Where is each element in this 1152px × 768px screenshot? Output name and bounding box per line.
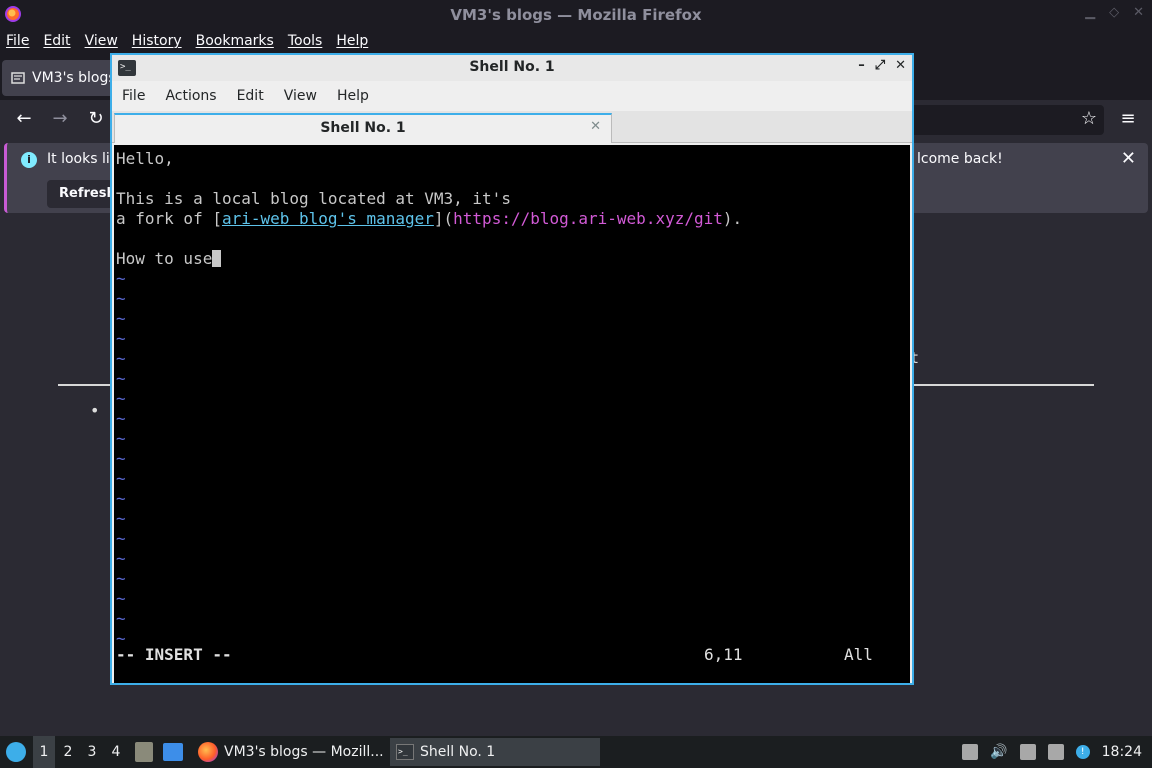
clock[interactable]: 18:24 xyxy=(1102,744,1142,760)
forward-arrow-icon[interactable]: → xyxy=(48,108,72,132)
browser-tab-title: VM3's blogs xyxy=(32,70,116,86)
tilde-marker: ~ xyxy=(116,509,126,528)
site-favicon-icon xyxy=(11,72,25,84)
tilde-marker: ~ xyxy=(116,329,126,348)
file-manager-icon[interactable] xyxy=(135,742,153,762)
konsole-tab-label: Shell No. 1 xyxy=(320,120,406,136)
close-icon[interactable]: ✕ xyxy=(1121,148,1136,169)
info-icon: i xyxy=(21,152,37,168)
show-desktop-icon[interactable] xyxy=(163,743,183,761)
terminal-area[interactable]: Hello, This is a local blog located at V… xyxy=(114,145,910,683)
workspace-2[interactable]: 2 xyxy=(57,736,79,768)
konsole-menu-edit[interactable]: Edit xyxy=(237,88,264,104)
workspace-3[interactable]: 3 xyxy=(81,736,103,768)
editor-line-3: This is a local blog located at VM3, it'… xyxy=(116,189,511,208)
konsole-menubar: File Actions Edit View Help xyxy=(112,81,912,111)
firefox-titlebar: VM3's blogs — Mozilla Firefox ▁ ◇ ✕ xyxy=(0,0,1152,30)
konsole-tab[interactable]: Shell No. 1 ✕ xyxy=(114,113,612,143)
konsole-menu-actions[interactable]: Actions xyxy=(165,88,216,104)
clipboard-icon[interactable] xyxy=(1019,744,1036,760)
list-bullet: • xyxy=(90,401,100,420)
workspace-4[interactable]: 4 xyxy=(105,736,127,768)
taskbar-task-firefox[interactable]: VM3's blogs — Mozill... xyxy=(192,738,384,766)
tilde-marker: ~ xyxy=(116,269,126,288)
menu-view[interactable]: View xyxy=(85,33,118,49)
tilde-marker: ~ xyxy=(116,589,126,608)
tilde-marker: ~ xyxy=(116,489,126,508)
menu-help[interactable]: Help xyxy=(336,33,368,49)
tilde-marker: ~ xyxy=(116,369,126,388)
taskbar-task-firefox-label: VM3's blogs — Mozill... xyxy=(224,744,384,760)
terminal-icon: >_ xyxy=(396,744,414,760)
notifications-icon[interactable]: ! xyxy=(1075,745,1090,759)
notification-text-end: lcome back! xyxy=(917,151,1003,167)
menu-edit[interactable]: Edit xyxy=(43,33,70,49)
maximize-icon[interactable]: ◇ xyxy=(1109,5,1119,20)
hamburger-menu-icon[interactable]: ≡ xyxy=(1116,108,1140,132)
minimize-icon[interactable]: ▁ xyxy=(1085,5,1095,20)
firefox-window-controls: ▁ ◇ ✕ xyxy=(1085,5,1144,20)
line-4-text-post: ). xyxy=(722,209,743,228)
scroll-position: All xyxy=(844,645,873,664)
line-6-text: How to use xyxy=(116,249,213,268)
menu-history[interactable]: History xyxy=(132,33,182,49)
vim-mode-indicator: -- INSERT -- xyxy=(116,645,232,664)
line-4-text-mid: ]( xyxy=(433,209,454,228)
tab-close-icon[interactable]: ✕ xyxy=(590,119,601,134)
menu-file[interactable]: File xyxy=(6,33,29,49)
close-icon[interactable]: ✕ xyxy=(895,58,906,73)
tilde-marker: ~ xyxy=(116,289,126,308)
tilde-marker: ~ xyxy=(116,389,126,408)
taskbar: 1 2 3 4 VM3's blogs — Mozill... >_ Shell… xyxy=(0,736,1152,768)
minimize-icon[interactable]: – xyxy=(858,58,865,73)
tilde-marker: ~ xyxy=(116,569,126,588)
system-tray: 🔊 ! 18:24 xyxy=(962,736,1152,768)
tilde-marker: ~ xyxy=(116,429,126,448)
firefox-window-title: VM3's blogs — Mozilla Firefox xyxy=(450,6,702,24)
maximize-icon[interactable]: ⤢ xyxy=(875,58,885,73)
tilde-marker: ~ xyxy=(116,529,126,548)
editor-line-4: a fork of [ari-web blog's manager](https… xyxy=(116,209,742,229)
markdown-link-url: https://blog.ari-web.xyz/git xyxy=(453,209,723,228)
konsole-window-controls: – ⤢ ✕ xyxy=(858,58,906,73)
line-4-text-pre: a fork of [ xyxy=(116,209,222,228)
menu-bookmarks[interactable]: Bookmarks xyxy=(196,33,274,49)
konsole-titlebar: >_ Shell No. 1 – ⤢ ✕ xyxy=(112,55,912,81)
menu-tools[interactable]: Tools xyxy=(288,33,323,49)
tilde-marker: ~ xyxy=(116,349,126,368)
konsole-menu-help[interactable]: Help xyxy=(337,88,369,104)
konsole-menu-view[interactable]: View xyxy=(284,88,317,104)
tilde-marker: ~ xyxy=(116,609,126,628)
editor-line-6: How to use xyxy=(116,249,222,269)
network-icon[interactable] xyxy=(1047,744,1064,760)
tilde-marker: ~ xyxy=(116,449,126,468)
cursor-position: 6,11 xyxy=(704,645,743,664)
markdown-link-text: ari-web blog's manager xyxy=(221,209,434,228)
volume-icon[interactable]: 🔊 xyxy=(990,744,1007,760)
notification-text-start: It looks lik xyxy=(47,151,118,167)
reload-icon[interactable]: ↻ xyxy=(84,108,108,132)
editor-line-1: Hello, xyxy=(116,149,174,168)
tilde-marker: ~ xyxy=(116,309,126,328)
firefox-icon xyxy=(198,742,218,762)
taskbar-task-shell[interactable]: >_ Shell No. 1 xyxy=(390,738,600,766)
konsole-window-title: Shell No. 1 xyxy=(469,59,555,75)
app-launcher-icon[interactable] xyxy=(6,742,26,762)
firefox-menubar: File Edit View History Bookmarks Tools H… xyxy=(0,30,1152,52)
tilde-marker: ~ xyxy=(116,409,126,428)
bookmark-star-icon[interactable]: ☆ xyxy=(1077,108,1101,132)
back-arrow-icon[interactable]: ← xyxy=(12,108,36,132)
tilde-marker: ~ xyxy=(116,469,126,488)
tilde-marker: ~ xyxy=(116,549,126,568)
text-cursor xyxy=(212,250,222,267)
workspace-1[interactable]: 1 xyxy=(33,736,55,768)
taskbar-task-shell-label: Shell No. 1 xyxy=(420,744,496,760)
close-icon[interactable]: ✕ xyxy=(1133,5,1144,20)
konsole-menu-file[interactable]: File xyxy=(122,88,145,104)
konsole-tabbar: Shell No. 1 ✕ xyxy=(112,111,912,143)
tray-up-arrow-icon[interactable] xyxy=(962,744,979,760)
konsole-window: >_ Shell No. 1 – ⤢ ✕ File Actions Edit V… xyxy=(110,53,914,685)
